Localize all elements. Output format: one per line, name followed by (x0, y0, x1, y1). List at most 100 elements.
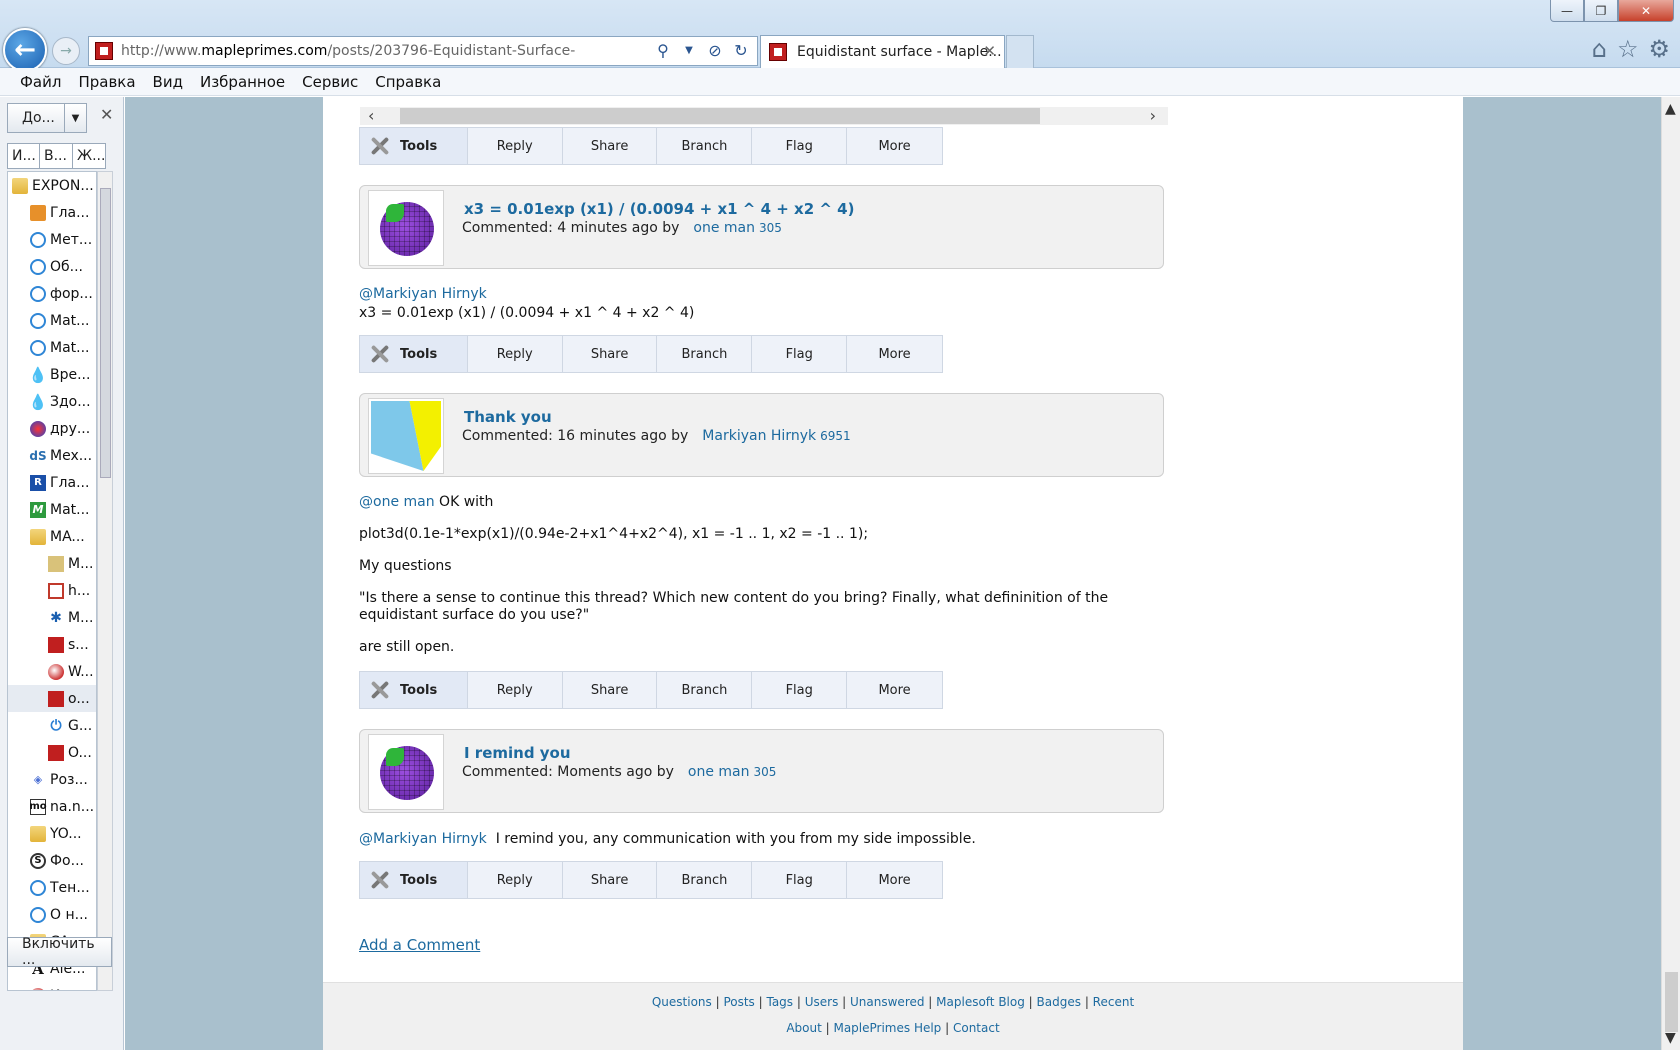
scroll-left-icon[interactable]: ‹ (368, 106, 374, 125)
favorites-item[interactable]: S Фо... (8, 847, 96, 874)
tools-button[interactable]: Tools (360, 672, 468, 708)
favorites-item[interactable]: ⏻ G... (8, 712, 96, 739)
tools-button[interactable]: Tools (360, 862, 468, 898)
branch-button[interactable]: Branch (657, 672, 753, 708)
favorites-item[interactable]: Mat... (8, 307, 96, 334)
refresh-icon[interactable]: ↻ (731, 41, 751, 61)
tab-feeds[interactable]: В... (40, 143, 73, 169)
code-horizontal-scrollbar[interactable]: ‹ › (360, 106, 1168, 125)
footer-link[interactable]: Posts (723, 995, 754, 1009)
tools-button[interactable]: Tools (360, 128, 468, 164)
chevron-down-icon[interactable]: ▼ (64, 104, 86, 132)
branch-button[interactable]: Branch (657, 336, 753, 372)
favorites-item[interactable]: W... (8, 658, 96, 685)
url-text[interactable]: http://www.mapleprimes.com/posts/203796-… (121, 43, 575, 59)
new-tab-button[interactable] (1006, 35, 1034, 68)
favorites-item[interactable]: Иси... (8, 982, 96, 990)
branch-button[interactable]: Branch (657, 862, 753, 898)
menu-help[interactable]: Справка (375, 73, 441, 91)
menu-edit[interactable]: Правка (78, 73, 135, 91)
more-button[interactable]: More (847, 862, 942, 898)
favorites-item[interactable]: EXPON... (8, 172, 96, 199)
favorites-item[interactable]: dS Mex... (8, 442, 96, 469)
share-button[interactable]: Share (563, 336, 658, 372)
favorites-item[interactable]: o... (8, 685, 96, 712)
favorites-item[interactable]: фор... (8, 280, 96, 307)
favorites-item[interactable]: ◈ Роз... (8, 766, 96, 793)
avatar[interactable] (368, 734, 444, 810)
favorites-item[interactable]: 💧 Здо... (8, 388, 96, 415)
share-button[interactable]: Share (563, 672, 658, 708)
favorites-item[interactable]: Гла... (8, 199, 96, 226)
favorites-item[interactable]: h... (8, 577, 96, 604)
favorites-item[interactable]: Тен... (8, 874, 96, 901)
forward-button[interactable]: → (52, 37, 80, 65)
branch-button[interactable]: Branch (657, 128, 753, 164)
favorites-item[interactable]: mo na.n... (8, 793, 96, 820)
favorites-item[interactable]: Мет... (8, 226, 96, 253)
tab-favorites[interactable]: И... (7, 143, 40, 169)
favorites-item[interactable]: R Гла... (8, 469, 96, 496)
close-pane-icon[interactable]: ✕ (100, 105, 113, 124)
add-comment-link[interactable]: Add a Comment (359, 936, 480, 954)
page-vertical-scrollbar[interactable]: ▲ ▼ (1661, 97, 1680, 1050)
more-button[interactable]: More (847, 128, 942, 164)
menu-favorites[interactable]: Избранное (200, 73, 285, 91)
tab-close-icon[interactable]: ✕ (983, 42, 996, 60)
dropdown-icon[interactable]: ▼ (679, 41, 699, 61)
footer-link[interactable]: Tags (766, 995, 793, 1009)
back-button[interactable]: ← (3, 28, 47, 72)
more-button[interactable]: More (847, 336, 942, 372)
favorites-item[interactable]: Mat... (8, 334, 96, 361)
scroll-down-icon[interactable]: ▼ (1665, 1030, 1676, 1046)
favorites-star-icon[interactable]: ☆ (1617, 35, 1639, 63)
reply-button[interactable]: Reply (468, 128, 563, 164)
favorites-item[interactable]: M... (8, 550, 96, 577)
favorites-item[interactable]: O... (8, 739, 96, 766)
reply-button[interactable]: Reply (468, 672, 563, 708)
mention-link[interactable]: @one man (359, 494, 435, 510)
favorites-item[interactable]: 💧 Вре... (8, 361, 96, 388)
avatar[interactable] (368, 190, 444, 266)
flag-button[interactable]: Flag (752, 862, 848, 898)
favorites-scrollbar[interactable] (97, 171, 113, 991)
minimize-button[interactable]: — (1550, 0, 1584, 22)
maximize-button[interactable]: ❐ (1584, 0, 1618, 22)
footer-link[interactable]: About (786, 1021, 821, 1035)
tab-equidistant-surface[interactable]: Equidistant surface - Maple... ✕ (760, 35, 1005, 68)
favorites-item[interactable]: M Mat... (8, 496, 96, 523)
footer-link[interactable]: Questions (652, 995, 712, 1009)
mention-link[interactable]: @Markiyan Hirnyk (359, 831, 487, 847)
more-button[interactable]: More (847, 672, 942, 708)
flag-button[interactable]: Flag (752, 672, 848, 708)
add-to-favorites-button[interactable]: До... ▼ (7, 103, 87, 133)
reply-button[interactable]: Reply (468, 336, 563, 372)
scroll-up-icon[interactable]: ▲ (1665, 101, 1676, 117)
tab-history[interactable]: Ж... (73, 143, 106, 169)
flag-button[interactable]: Flag (752, 128, 848, 164)
reply-button[interactable]: Reply (468, 862, 563, 898)
footer-link[interactable]: Recent (1093, 995, 1134, 1009)
favorites-item[interactable]: ✱ M... (8, 604, 96, 631)
scroll-thumb[interactable] (1665, 972, 1678, 1032)
footer-link[interactable]: MaplePrimes Help (833, 1021, 941, 1035)
share-button[interactable]: Share (563, 128, 658, 164)
comment-author[interactable]: one man (688, 764, 750, 780)
address-bar[interactable]: http://www.mapleprimes.com/posts/203796-… (88, 36, 758, 66)
footer-link[interactable]: Badges (1037, 995, 1081, 1009)
share-button[interactable]: Share (563, 862, 658, 898)
footer-link[interactable]: Contact (953, 1021, 1000, 1035)
menu-file[interactable]: Файл (20, 73, 61, 91)
comment-title[interactable]: Thank you (464, 408, 552, 426)
favorites-item[interactable]: MA... (8, 523, 96, 550)
comment-title[interactable]: x3 = 0.01exp (x1) / (0.0094 + x1 ^ 4 + x… (464, 200, 854, 218)
comment-title[interactable]: I remind you (464, 744, 571, 762)
footer-link[interactable]: Maplesoft Blog (936, 995, 1025, 1009)
comment-author[interactable]: Markiyan Hirnyk (702, 428, 816, 444)
footer-link[interactable]: Unanswered (850, 995, 924, 1009)
favorites-item[interactable]: s... (8, 631, 96, 658)
mention-link[interactable]: @Markiyan Hirnyk (359, 286, 487, 302)
tools-button[interactable]: Tools (360, 336, 468, 372)
avatar[interactable] (368, 398, 444, 474)
settings-gear-icon[interactable]: ⚙ (1648, 35, 1670, 63)
